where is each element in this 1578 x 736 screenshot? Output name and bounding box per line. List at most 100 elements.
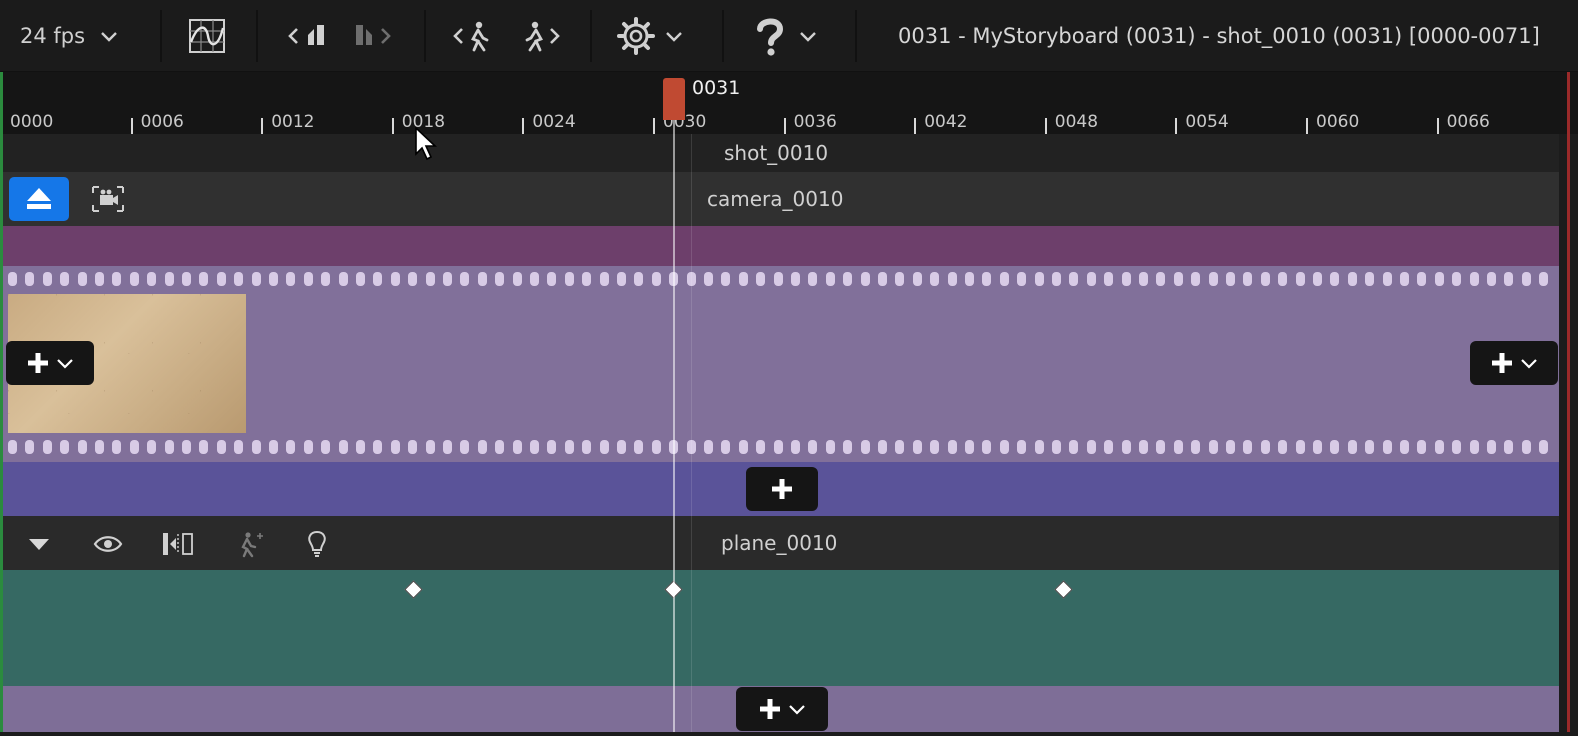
film-perforation	[808, 440, 818, 454]
curve-editor-button[interactable]	[188, 0, 226, 72]
film-perforation	[95, 272, 104, 286]
film-perforation	[930, 440, 940, 454]
step-forward-button[interactable]	[522, 0, 562, 72]
ruler-tick-label: 0000	[10, 112, 54, 132]
plus-icon	[760, 699, 780, 719]
film-perforation	[460, 272, 470, 286]
eject-camera-button[interactable]	[9, 177, 69, 221]
add-track-right-button[interactable]	[1470, 341, 1558, 385]
animate-button[interactable]	[230, 528, 266, 560]
camera-cut-button[interactable]	[90, 183, 126, 215]
film-perforation	[8, 272, 17, 286]
collapse-toggle[interactable]	[24, 530, 54, 558]
toolbar-separator	[590, 10, 592, 62]
ruler-tick	[130, 118, 133, 134]
toolbar-separator	[855, 10, 857, 62]
film-perforation	[42, 440, 52, 454]
add-track-bottom-button[interactable]	[736, 687, 828, 731]
add-section-button[interactable]	[746, 467, 818, 511]
step-back-icon	[453, 21, 489, 52]
film-perforation	[1347, 272, 1357, 286]
film-perforation	[182, 272, 191, 286]
ruler-tick-label: 0054	[1185, 112, 1229, 132]
film-perforation	[164, 272, 174, 286]
film-perforation	[1278, 440, 1288, 454]
film-perforation	[843, 440, 853, 454]
film-perforation	[216, 272, 226, 286]
fps-label: 24 fps	[20, 24, 86, 48]
running-figure-icon	[241, 532, 263, 558]
film-perforation	[390, 272, 400, 286]
film-perforation	[756, 272, 766, 286]
fps-dropdown[interactable]: 24 fps	[20, 0, 119, 72]
film-perforation	[1069, 272, 1079, 286]
film-perforation	[1017, 272, 1027, 286]
film-perforation	[1208, 440, 1218, 454]
film-perforation	[1365, 440, 1375, 454]
film-perforation	[512, 272, 522, 286]
ruler-tick-label: 0012	[271, 112, 315, 132]
film-perforation	[547, 440, 557, 454]
film-perforation	[182, 440, 191, 454]
film-perforation	[965, 272, 974, 286]
film-perforation	[269, 272, 278, 286]
visibility-toggle[interactable]	[90, 530, 126, 558]
light-toggle[interactable]	[302, 528, 332, 560]
film-perforation	[860, 440, 870, 454]
next-key-button[interactable]	[352, 0, 394, 72]
film-perforation	[425, 272, 435, 286]
film-perforation	[129, 272, 139, 286]
chevron-down-icon	[800, 32, 816, 42]
film-perforation	[651, 440, 661, 454]
film-perforation	[443, 440, 452, 454]
camera-icon	[92, 186, 124, 212]
ruler-tick	[261, 118, 264, 134]
film-perforation	[878, 272, 887, 286]
film-perforation	[1539, 440, 1549, 454]
film-perforation	[1034, 272, 1044, 286]
film-perforation	[1469, 440, 1479, 454]
film-perforation	[1487, 272, 1496, 286]
film-perforation	[999, 440, 1009, 454]
film-perforation	[1104, 440, 1114, 454]
film-perforation	[373, 272, 383, 286]
prev-key-button[interactable]	[286, 0, 328, 72]
film-perforation	[912, 272, 922, 286]
sequencer-panel: 24 fps 0031 - MyStoryboard (0031) - shot…	[0, 0, 1578, 736]
sequencer-toolbar: 24 fps 0031 - MyStoryboard (0031) - shot…	[0, 0, 1578, 72]
film-perforation	[25, 440, 35, 454]
film-perforation	[512, 440, 522, 454]
step-back-button[interactable]	[452, 0, 492, 72]
film-perforation	[1434, 440, 1444, 454]
keyframe-track-row[interactable]	[3, 570, 1559, 686]
film-perforation	[1121, 440, 1131, 454]
film-perforation	[1208, 272, 1218, 286]
film-perforation	[286, 440, 296, 454]
film-perforation	[1417, 440, 1427, 454]
film-perforation	[1417, 272, 1427, 286]
film-perforation	[564, 272, 574, 286]
settings-dropdown[interactable]	[616, 0, 684, 72]
film-perforation	[773, 440, 783, 454]
magenta-track-row[interactable]	[3, 226, 1559, 266]
film-perforation	[1504, 440, 1514, 454]
film-perforation	[338, 440, 348, 454]
film-perforation	[773, 272, 783, 286]
plus-icon	[1492, 353, 1512, 373]
lightbulb-icon	[308, 530, 326, 557]
ruler-tick-label: 0042	[924, 112, 968, 132]
sequence-title: 0031 - MyStoryboard (0031) - shot_0010 (…	[898, 0, 1540, 72]
keyframe-nav-button[interactable]	[160, 528, 196, 560]
help-dropdown[interactable]	[754, 0, 818, 72]
film-perforation	[634, 440, 644, 454]
film-perforation	[199, 440, 209, 454]
step-forward-icon	[525, 21, 560, 52]
film-perforation	[1121, 272, 1131, 286]
film-perforation	[1139, 440, 1148, 454]
film-perforation	[791, 440, 800, 454]
add-track-left-button[interactable]	[6, 341, 94, 385]
playhead-handle[interactable]	[663, 78, 685, 120]
film-perforation	[582, 440, 592, 454]
chevron-down-icon	[57, 359, 73, 369]
film-perforation	[477, 272, 487, 286]
